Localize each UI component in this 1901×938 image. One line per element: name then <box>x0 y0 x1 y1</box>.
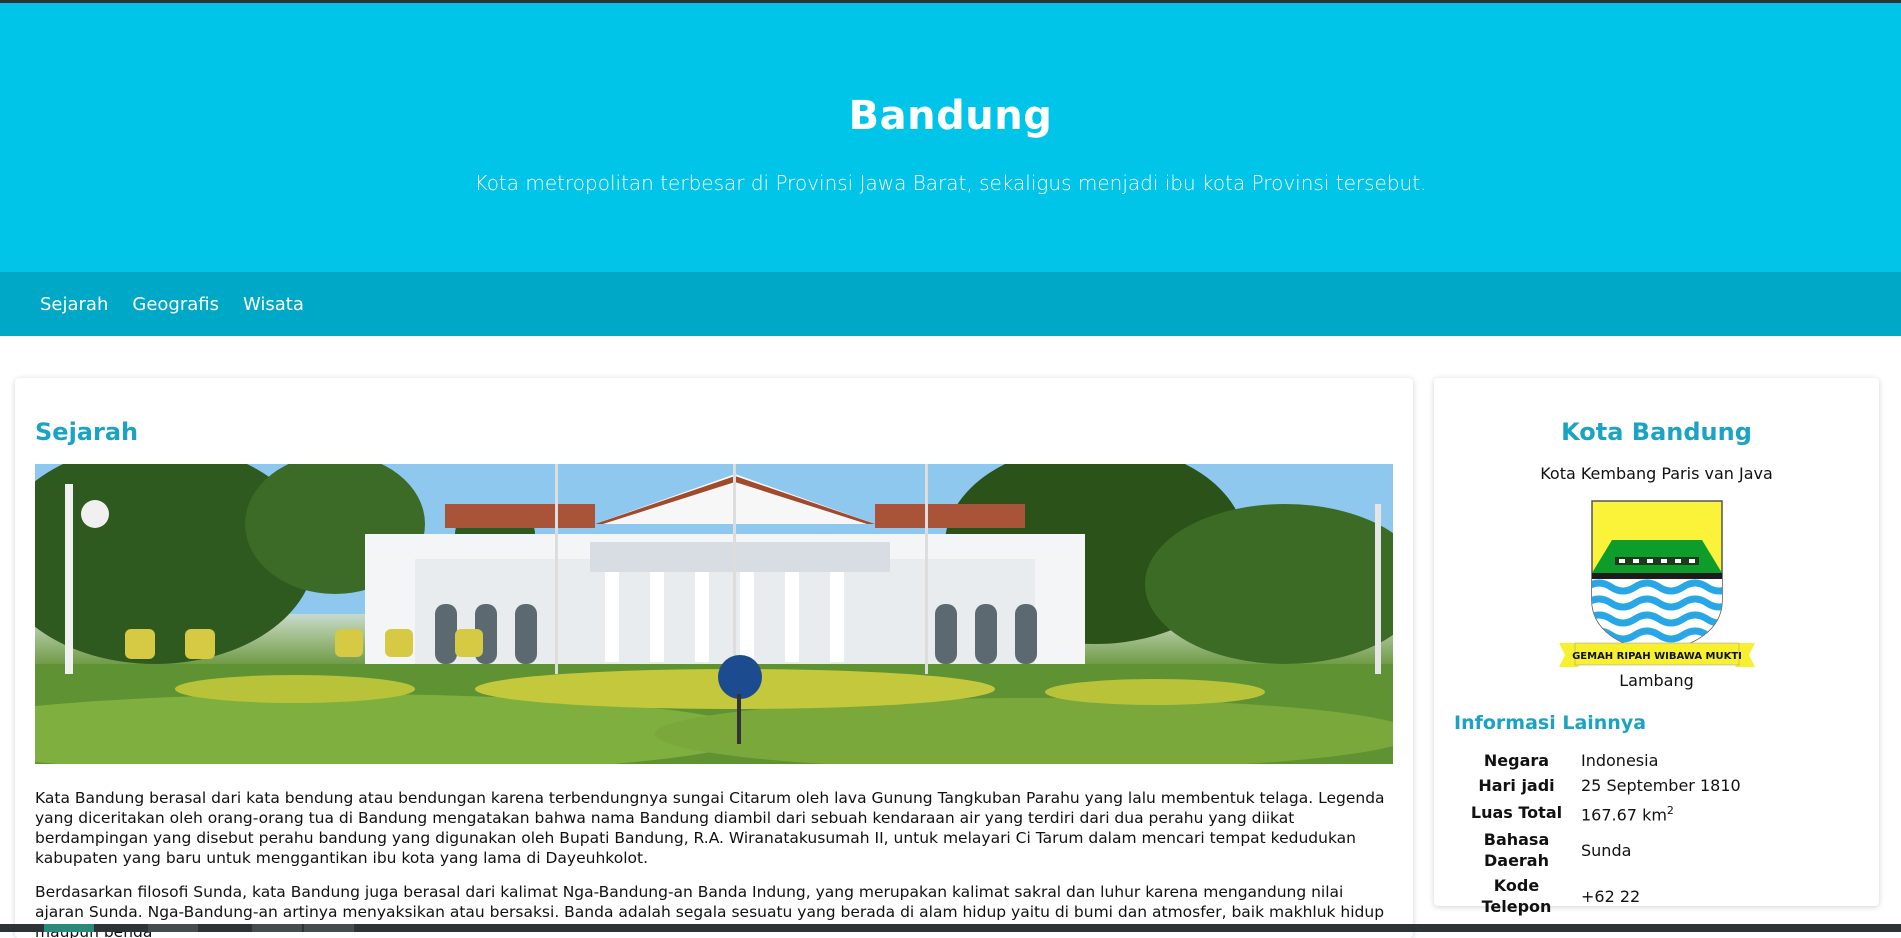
info-value-area: 167.67 km2 <box>1579 798 1745 827</box>
emblem-motto: GEMAH RIPAH WIBAWA MUKTI <box>1572 651 1742 662</box>
table-row: Kode Telepon +62 22 <box>1454 873 1745 919</box>
taskbar-item[interactable] <box>304 924 354 932</box>
article-paragraph: Kata Bandung berasal dari kata bendung a… <box>35 789 1385 867</box>
nav-link-wisata[interactable]: Wisata <box>243 294 304 315</box>
nav-link-sejarah[interactable]: Sejarah <box>40 294 108 315</box>
info-value: 25 September 1810 <box>1581 776 1741 795</box>
nav-link-geografis[interactable]: Geografis <box>132 294 219 315</box>
info-value: Sunda <box>1581 840 1632 860</box>
infobox-title: Kota Bandung <box>1561 418 1752 446</box>
section-heading: Sejarah <box>35 418 139 446</box>
info-key: Kode Telepon <box>1481 876 1552 917</box>
article-body: Kata Bandung berasal dari kata bendung a… <box>35 788 1393 938</box>
table-row: Bahasa Daerah Sunda <box>1454 827 1745 873</box>
info-value: Indonesia <box>1581 751 1659 770</box>
emblem-caption: Lambang <box>1619 671 1694 690</box>
gedung-sate-photo <box>35 464 1393 764</box>
page-tagline: Kota metropolitan terbesar di Provinsi J… <box>474 171 1427 195</box>
area-value: 167.67 km <box>1581 805 1667 825</box>
taskbar-item[interactable] <box>148 924 198 932</box>
page-header: Bandung Kota metropolitan terbesar di Pr… <box>0 3 1901 272</box>
area-unit-exponent: 2 <box>1666 804 1674 817</box>
table-row: Negara Indonesia <box>1454 748 1745 773</box>
city-infobox: Kota Bandung Kota Kembang Paris van Java <box>1434 378 1879 916</box>
info-key: Luas Total <box>1470 803 1563 823</box>
table-row: Luas Total 167.67 km2 <box>1454 798 1745 827</box>
info-table: Negara Indonesia Hari jadi 25 September … <box>1454 748 1745 919</box>
os-taskbar <box>0 924 1901 932</box>
infobox-subtitle: Kota Kembang Paris van Java <box>1540 464 1773 483</box>
article-card: Sejarah Kata Bandung berasal dari kata b… <box>15 378 1413 938</box>
info-key: Hari jadi <box>1478 776 1555 795</box>
main-nav: Sejarah Geografis Wisata <box>0 272 1901 336</box>
page-title: Bandung <box>848 93 1053 139</box>
taskbar-item[interactable] <box>44 924 94 932</box>
taskbar-item[interactable] <box>252 924 302 932</box>
info-key: Negara <box>1483 751 1550 770</box>
table-row: Hari jadi 25 September 1810 <box>1454 773 1745 798</box>
photo-illustration <box>35 464 1393 764</box>
info-key: Bahasa Daerah <box>1483 830 1550 871</box>
info-value: +62 22 <box>1581 886 1641 906</box>
more-info-heading: Informasi Lainnya <box>1454 712 1647 734</box>
bandung-emblem: GEMAH RIPAH WIBAWA MUKTI <box>1558 500 1755 667</box>
